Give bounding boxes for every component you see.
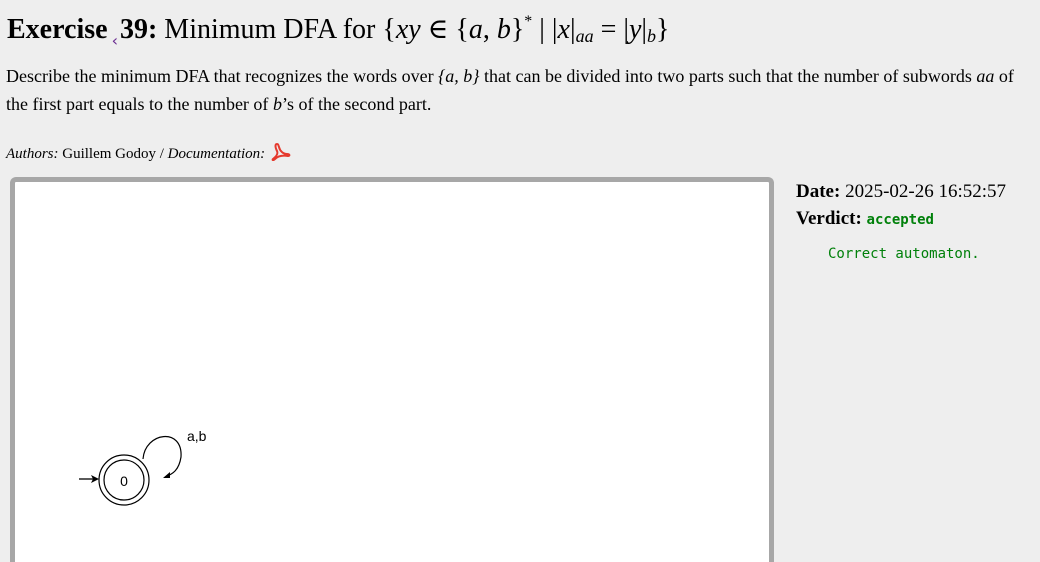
authors-label: Authors: [6, 146, 59, 162]
result-message: Correct automaton. [828, 246, 980, 262]
authors-line: Authors: Guillem Godoy / Documentation: [6, 143, 291, 166]
pdf-icon[interactable] [271, 143, 291, 166]
self-loop [142, 436, 182, 478]
exercise-name: Minimum DFA for [164, 14, 376, 45]
exercise-formula: {xy ∈ {a, b}* | |x|aa = |y|b} [382, 13, 670, 46]
exercise-description: Describe the minimum DFA that recognizes… [6, 66, 1014, 114]
verdict-row: Verdict: accepted [796, 208, 934, 229]
verdict-value: accepted [866, 212, 934, 228]
automaton-panel: 0 a,b [10, 177, 774, 562]
submission-info: Date: 2025-02-26 16:52:57 Verdict: accep… [796, 178, 1036, 262]
exercise-label: Exercise [7, 14, 108, 45]
date-value: 2025-02-26 16:52:57 [840, 181, 1007, 202]
loop-label: a,b [187, 428, 207, 444]
exercise-number: 39: [119, 14, 158, 45]
documentation-label: Documentation: [167, 146, 266, 162]
back-arrow-icon[interactable]: ‹ [112, 31, 118, 50]
authors-names: Guillem Godoy / [58, 146, 168, 162]
date-row: Date: 2025-02-26 16:52:57 [796, 181, 1007, 202]
exercise-title: Exercise ‹39: Minimum DFA for {xy ∈ {a, b… [7, 2, 669, 56]
state-label: 0 [120, 473, 128, 489]
automaton-diagram: 0 a,b [79, 428, 207, 506]
self-loop-head [163, 472, 170, 478]
